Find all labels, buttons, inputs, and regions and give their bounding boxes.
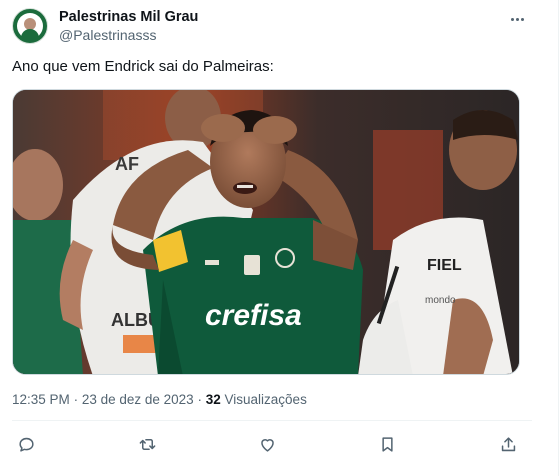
media-photo: AF ALBUINA crefisa FIEL mondo <box>13 90 519 374</box>
display-name[interactable]: Palestrinas Mil Grau <box>59 9 198 25</box>
like-icon[interactable] <box>253 430 281 458</box>
action-bar <box>0 430 559 458</box>
sponsor-text: crefisa <box>205 299 302 332</box>
divider <box>12 420 532 421</box>
meta-separator: · <box>197 392 202 407</box>
opponent-small-text: mondo <box>425 295 456 306</box>
views-label: Visualizações <box>224 392 307 407</box>
opponent-shirt-text: AF <box>115 154 139 174</box>
views-count: 32 <box>205 392 221 407</box>
tweet-text: Ano que vem Endrick sai do Palmeiras: <box>12 58 274 75</box>
tweet-header: Palestrinas Mil Grau @Palestrinasss <box>12 8 532 48</box>
reply-icon[interactable] <box>12 430 40 458</box>
tweet-time[interactable]: 12:35 PM <box>12 392 70 407</box>
user-handle[interactable]: @Palestrinasss <box>59 27 156 43</box>
bookmark-icon[interactable] <box>373 430 401 458</box>
meta-separator: · <box>73 392 79 407</box>
avatar[interactable] <box>12 8 48 44</box>
retweet-icon[interactable] <box>133 430 161 458</box>
opponent-sponsor-text: FIEL <box>427 257 462 274</box>
tweet-meta: 12:35 PM · 23 de dez de 2023 · 32 Visual… <box>12 392 307 407</box>
tweet-media[interactable]: AF ALBUINA crefisa FIEL mondo <box>12 89 520 375</box>
share-icon[interactable] <box>494 430 522 458</box>
more-icon[interactable] <box>506 10 528 28</box>
tweet-date[interactable]: 23 de dez de 2023 <box>82 392 194 407</box>
avatar-image <box>17 13 43 39</box>
